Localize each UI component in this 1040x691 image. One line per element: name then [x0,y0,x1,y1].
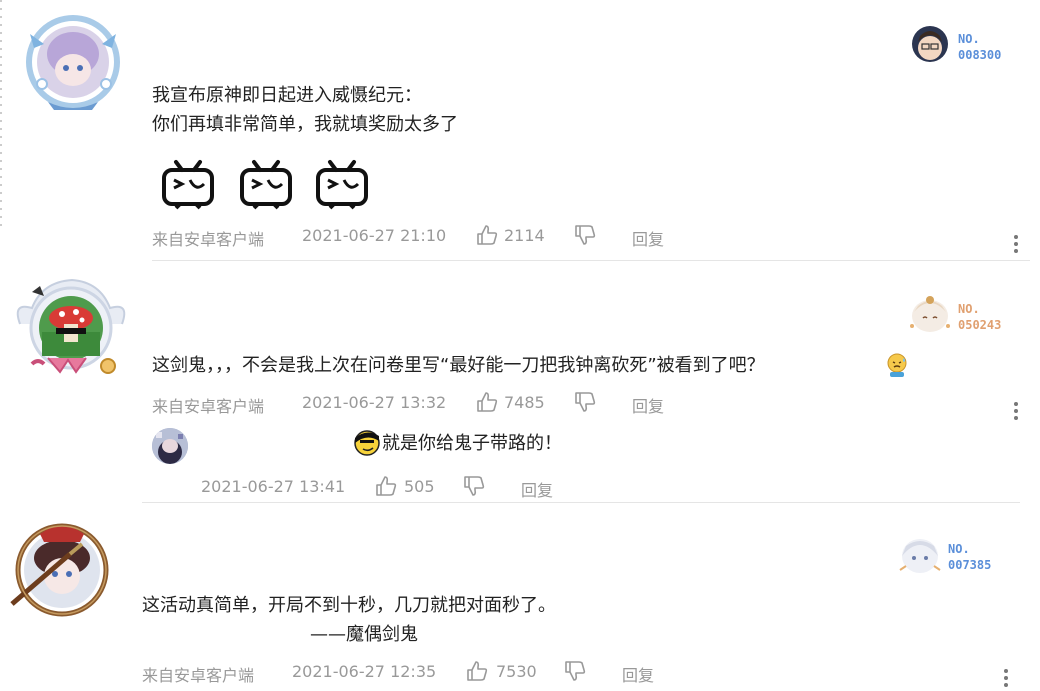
comment-text: 这剑鬼，，，不会是我上次在问卷里写“最好能一刀把我钟离砍死”被看到了吧？ [152,355,765,376]
sub-reply-meta: 2021-06-27 13:41 505 回复 [201,475,601,501]
badge-no-label: NO. [958,32,980,46]
reply-button[interactable]: 回复 [632,226,664,250]
like-icon[interactable] [476,224,498,246]
comment-text-line: 你们再填非常简单，我就填奖励太多了 [152,114,458,135]
timestamp: 2021-06-27 12:35 [292,662,437,681]
dislike-icon[interactable] [574,391,596,413]
divider [152,260,1030,261]
like-count: 7485 [504,393,545,412]
divider [142,502,1020,503]
reply-button[interactable]: 回复 [632,393,664,417]
fan-badge[interactable]: NO. 007385 [896,534,1016,578]
reply-button[interactable]: 回复 [521,477,553,501]
dislike-icon[interactable] [574,224,596,246]
avatar-frame[interactable] [12,272,130,384]
badge-number: 007385 [948,558,992,572]
source-label: 来自安卓客户端 [142,666,255,685]
comment-text-line: 我宣布原神即日起进入威慑纪元： [152,85,422,106]
timestamp: 2021-06-27 13:41 [201,477,346,496]
avatar-frame[interactable] [10,514,114,620]
comment-text-line: ——魔偶剑鬼 [310,624,418,645]
more-options-icon[interactable] [1003,667,1009,689]
dislike-icon[interactable] [463,475,485,497]
dislike-icon[interactable] [564,660,586,682]
badge-avatar-icon [912,26,948,62]
like-count: 505 [404,477,435,496]
comment-meta: 来自安卓客户端 2021-06-27 21:10 2114 回复 [152,224,692,250]
avatar[interactable] [152,428,188,464]
more-options-icon[interactable] [1013,400,1019,422]
badge-no-label: NO. [948,542,970,556]
badge-no-label: NO. [958,302,980,316]
timestamp: 2021-06-27 13:32 [302,393,447,412]
reply-button[interactable]: 回复 [622,662,654,686]
sub-reply-text: 就是你给鬼子带路的！ [382,433,562,454]
like-count: 2114 [504,226,545,245]
like-icon[interactable] [375,475,397,497]
badge-number: 008300 [958,48,1002,62]
sly-face-icon [354,430,380,456]
like-count: 7530 [496,662,537,681]
avatar-frame[interactable] [20,14,126,114]
badge-avatar-icon [899,539,941,573]
like-icon[interactable] [476,391,498,413]
tv-smirk-icon [162,160,214,210]
comment-text-line: 这活动真简单，开局不到十秒，几刀就把对面秒了。 [142,595,556,616]
tv-smirk-icon [240,160,292,210]
source-label: 来自安卓客户端 [152,397,265,416]
page-edge-marker [0,0,2,230]
tv-smirk-icon [316,160,368,210]
more-options-icon[interactable] [1013,233,1019,255]
comment-meta: 来自安卓客户端 2021-06-27 12:35 7530 回复 [142,660,682,686]
like-icon[interactable] [466,660,488,682]
fan-badge[interactable]: NO. 008300 [910,24,1020,66]
sweating-face-icon [887,353,907,377]
source-label: 来自安卓客户端 [152,230,265,249]
badge-number: 050243 [958,318,1002,332]
badge-avatar-icon [910,296,950,332]
fan-badge[interactable]: NO. 050243 [906,292,1026,336]
timestamp: 2021-06-27 21:10 [302,226,447,245]
comment-meta: 来自安卓客户端 2021-06-27 13:32 7485 回复 [152,391,692,417]
